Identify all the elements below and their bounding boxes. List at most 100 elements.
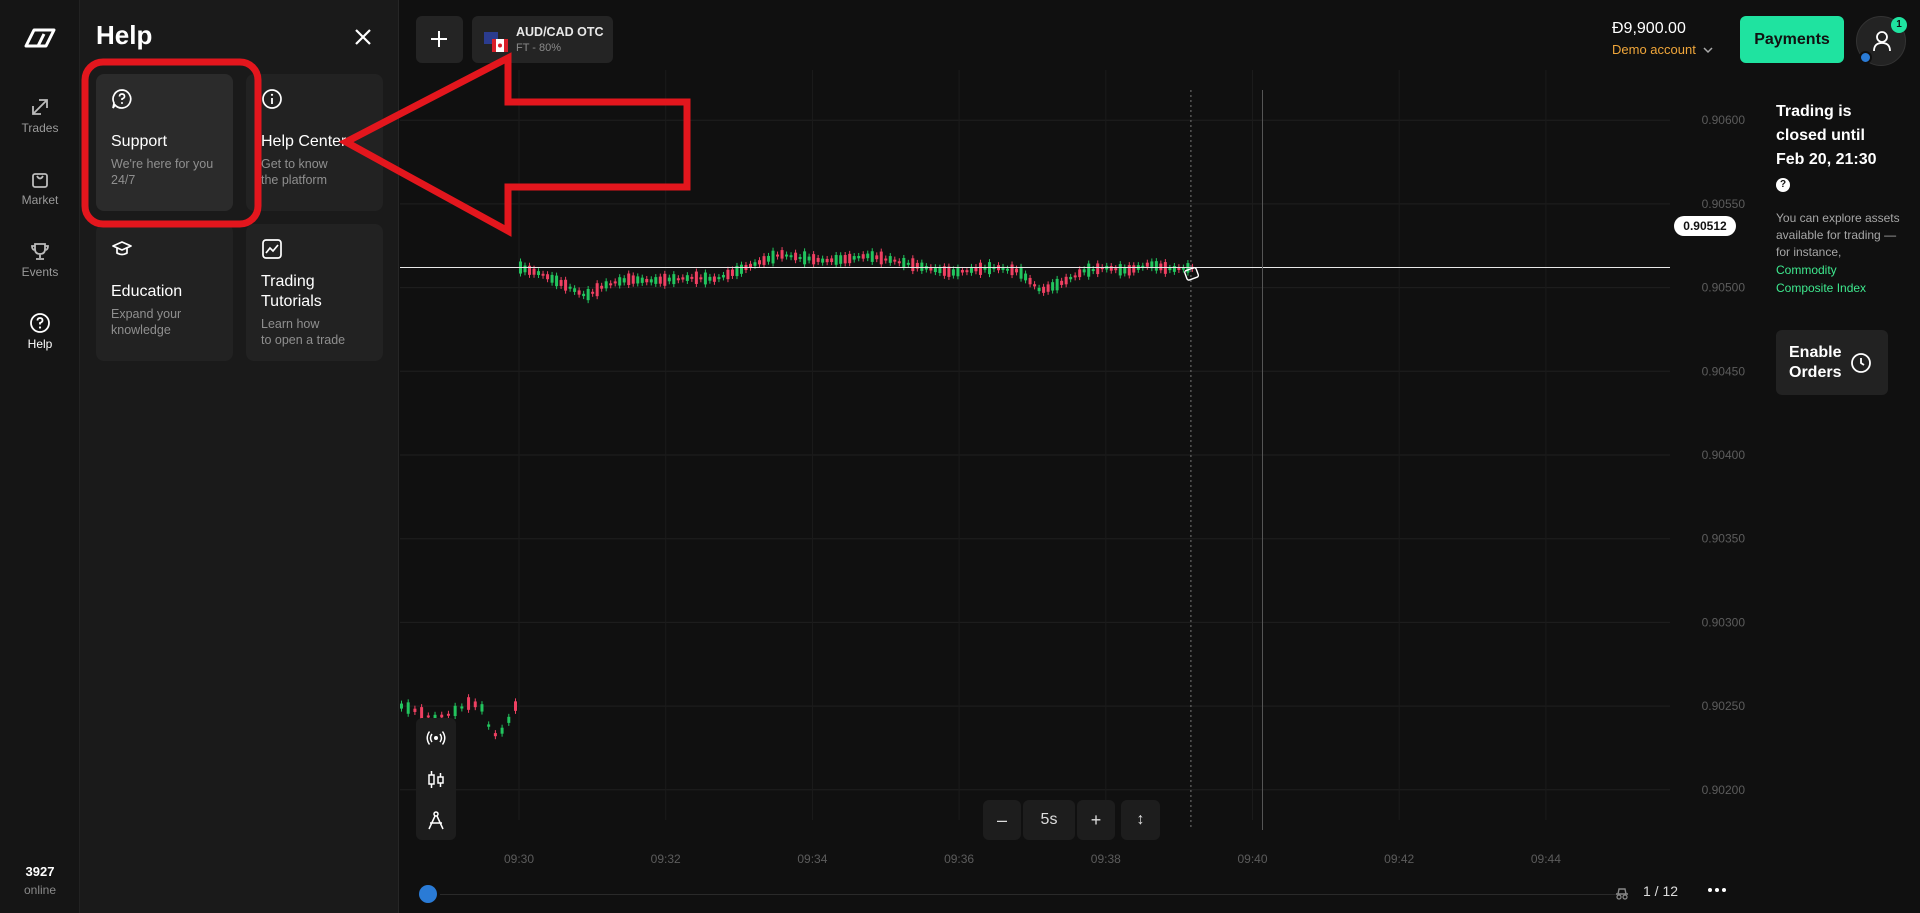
candle bbox=[440, 714, 444, 718]
candle bbox=[812, 254, 816, 265]
candle bbox=[1046, 284, 1050, 292]
candle bbox=[1132, 265, 1136, 273]
sidebar-item-events[interactable]: Events bbox=[0, 240, 80, 279]
candle bbox=[1006, 268, 1010, 271]
candle bbox=[816, 257, 820, 262]
help-icon bbox=[30, 313, 50, 333]
y-tick-label: 0.90350 bbox=[1702, 532, 1746, 546]
candle bbox=[640, 277, 644, 283]
candle bbox=[507, 716, 511, 723]
sidebar-item-trades[interactable]: Trades bbox=[0, 96, 80, 135]
trades-icon bbox=[32, 99, 48, 115]
candle bbox=[550, 274, 554, 283]
help-card-support[interactable]: Support We're here for you 24/7 bbox=[96, 74, 233, 211]
candle bbox=[947, 266, 951, 277]
profile-button[interactable]: 1 bbox=[1856, 16, 1907, 66]
card-desc: 24/7 bbox=[111, 173, 136, 187]
candle bbox=[965, 270, 969, 273]
card-desc: Get to know bbox=[261, 157, 328, 171]
online-counter: 3927 online bbox=[0, 864, 80, 897]
sidebar-item-label: Trades bbox=[21, 121, 59, 135]
candle bbox=[1168, 267, 1172, 271]
sidebar-item-help[interactable]: Help bbox=[0, 312, 80, 351]
enable-orders-button[interactable]: Enable Orders bbox=[1776, 330, 1888, 395]
enable-line: Enable bbox=[1789, 344, 1842, 361]
online-label: online bbox=[23, 883, 57, 897]
left-rail: Trades Market Events Help 3927 online bbox=[0, 0, 80, 913]
question-bubble-icon bbox=[112, 89, 132, 109]
trophy-icon bbox=[31, 243, 49, 260]
price-chart[interactable]: 0.90600 0.90550 0.90500 0.90450 0.90400 0.903… bbox=[400, 70, 1780, 870]
fit-button[interactable]: ↕ bbox=[1121, 800, 1160, 840]
add-chart-button[interactable] bbox=[416, 16, 463, 63]
candle bbox=[1019, 266, 1023, 279]
closed-line: closed until bbox=[1776, 127, 1865, 144]
help-card-trading-tutorials[interactable]: Trading Tutorials Learn how to open a tr… bbox=[246, 224, 383, 361]
candle bbox=[568, 286, 572, 289]
candle bbox=[645, 278, 649, 283]
candle bbox=[1078, 269, 1082, 278]
payments-button[interactable]: Payments bbox=[1740, 16, 1844, 63]
candle bbox=[721, 274, 725, 278]
timeframe-selector[interactable]: 5s bbox=[1023, 800, 1075, 840]
sidebar-item-market[interactable]: Market bbox=[0, 168, 80, 207]
market-icon bbox=[32, 173, 48, 188]
help-card-help-center[interactable]: Help Center Get to know the platform bbox=[246, 74, 383, 211]
candle bbox=[555, 275, 559, 287]
candle bbox=[699, 277, 703, 280]
more-icon[interactable] bbox=[1706, 880, 1728, 900]
commodity-link[interactable]: Composite Index bbox=[1776, 279, 1906, 297]
x-tick-label: 09:40 bbox=[1237, 852, 1267, 866]
enable-line: Orders bbox=[1789, 364, 1842, 381]
incognito-icon[interactable] bbox=[1614, 886, 1630, 900]
candle bbox=[586, 288, 590, 301]
candle bbox=[1082, 269, 1086, 273]
candle bbox=[938, 267, 942, 274]
help-card-education[interactable]: Education Expand your knowledge bbox=[96, 224, 233, 361]
question-icon[interactable]: ? bbox=[1776, 178, 1790, 192]
candle bbox=[467, 697, 471, 710]
y-tick-label: 0.90500 bbox=[1702, 281, 1746, 295]
candle bbox=[1028, 277, 1032, 285]
candle bbox=[717, 277, 721, 280]
candle bbox=[609, 283, 613, 286]
close-icon[interactable] bbox=[352, 26, 374, 48]
sidebar-item-label: Market bbox=[21, 193, 59, 207]
card-desc: We're here for you bbox=[111, 157, 214, 171]
asset-selector[interactable]: AUD/CAD OTC FT - 80% bbox=[472, 16, 613, 63]
candle bbox=[690, 276, 694, 279]
card-desc: the platform bbox=[261, 173, 328, 187]
candle bbox=[622, 278, 626, 283]
candle bbox=[1033, 284, 1037, 287]
candle bbox=[658, 276, 662, 284]
graduation-cap-icon bbox=[112, 241, 132, 256]
zoom-in-button[interactable]: + bbox=[1077, 800, 1115, 840]
candle bbox=[685, 275, 689, 281]
logo-icon[interactable] bbox=[22, 26, 58, 50]
candle bbox=[1087, 263, 1091, 277]
clock-icon bbox=[1851, 353, 1871, 373]
y-tick-label: 0.90600 bbox=[1702, 113, 1746, 127]
drawing-tool[interactable] bbox=[416, 800, 456, 840]
signals-tool[interactable] bbox=[416, 718, 456, 758]
candle bbox=[1096, 263, 1100, 275]
candle bbox=[582, 293, 586, 297]
timeline-track bbox=[440, 894, 1620, 895]
closed-line: Feb 20, 21:30 bbox=[1776, 151, 1877, 168]
candle bbox=[627, 273, 631, 286]
candle bbox=[852, 256, 856, 260]
timeline-handle[interactable] bbox=[419, 885, 437, 903]
account-switcher[interactable]: Demo account bbox=[1612, 42, 1713, 57]
candle bbox=[400, 703, 403, 709]
commodity-link[interactable]: Commodity bbox=[1776, 261, 1906, 279]
candle bbox=[559, 280, 563, 286]
candle bbox=[480, 704, 484, 712]
candles-tool[interactable] bbox=[416, 759, 456, 799]
candle bbox=[1172, 265, 1176, 272]
candle bbox=[776, 254, 780, 257]
card-title: Education bbox=[111, 283, 183, 300]
candle bbox=[794, 252, 798, 261]
zoom-out-button[interactable]: – bbox=[983, 800, 1021, 840]
candle bbox=[541, 273, 545, 276]
candle bbox=[500, 727, 504, 734]
